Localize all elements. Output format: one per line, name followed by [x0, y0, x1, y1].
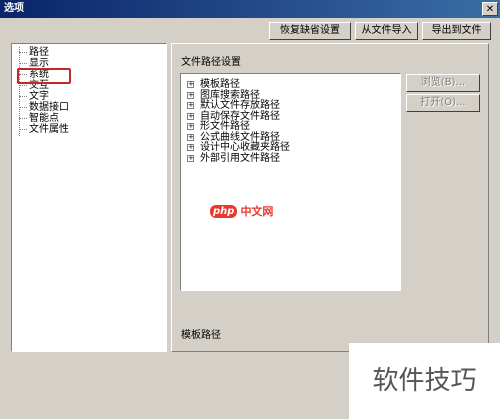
tree-connector: [19, 96, 27, 97]
tree-item-8[interactable]: 文件属性: [29, 124, 69, 135]
php-watermark: php 中文网: [210, 203, 273, 219]
tree-item-1[interactable]: 路径: [29, 47, 49, 58]
path-item-3[interactable]: 默认文件存放路径: [200, 100, 280, 111]
export-to-file-button[interactable]: 导出到文件: [422, 22, 491, 40]
path-item-4[interactable]: 自动保存文件路径: [200, 111, 280, 122]
category-tree[interactable]: 路径 显示 系统 交互 文字 数据接口 智能点 文件属性: [11, 43, 167, 352]
php-site-name: 中文网: [240, 205, 274, 218]
path-item-2[interactable]: 图库搜索路径: [200, 90, 260, 101]
path-item-8[interactable]: 外部引用文件路径: [200, 153, 280, 164]
restore-defaults-button[interactable]: 恢复缺省设置: [269, 22, 351, 40]
tree-item-7[interactable]: 智能点: [29, 113, 59, 124]
tree-connector: [19, 85, 27, 86]
tree-connector: [19, 63, 27, 64]
php-logo: php: [210, 204, 238, 218]
expand-icon[interactable]: +: [187, 112, 194, 120]
expand-icon[interactable]: +: [187, 123, 194, 130]
expand-icon[interactable]: +: [187, 144, 194, 151]
selected-path-description: 模板路径: [181, 330, 221, 341]
tree-connector: [19, 129, 27, 130]
browse-button[interactable]: 浏览(B)...: [406, 74, 480, 92]
tree-connector: [19, 118, 27, 119]
tree-connector: [19, 47, 20, 136]
path-tree[interactable]: + 模板路径 + 图库搜索路径 + 默认文件存放路径 + 自动保存文件路径 + 形文件路径 + 公式曲…: [180, 73, 401, 291]
path-item-1[interactable]: 模板路径: [200, 79, 240, 90]
path-item-6[interactable]: 公式曲线文件路径: [200, 132, 280, 143]
file-path-settings-label: 文件路径设置: [181, 57, 241, 68]
close-button[interactable]: ✕: [482, 2, 498, 16]
import-from-file-button[interactable]: 从文件导入: [355, 22, 418, 40]
expand-icon[interactable]: +: [187, 102, 194, 109]
path-item-7[interactable]: 设计中心收藏夹路径: [200, 142, 290, 153]
window-title: 选项: [4, 3, 24, 14]
expand-icon[interactable]: +: [187, 133, 194, 141]
close-icon: ✕: [485, 4, 495, 15]
expand-icon[interactable]: +: [187, 91, 194, 99]
tree-item-5[interactable]: 文字: [29, 91, 49, 102]
tree-connector: [19, 52, 27, 53]
highlight-annotation: [17, 68, 71, 84]
expand-icon[interactable]: +: [187, 81, 194, 88]
title-bar: 选项 ✕: [0, 0, 500, 18]
tree-item-6[interactable]: 数据接口: [29, 102, 69, 113]
path-item-5[interactable]: 形文件路径: [200, 121, 250, 132]
software-tips-watermark: 软件技巧: [349, 343, 500, 419]
tree-connector: [19, 107, 27, 108]
expand-icon[interactable]: +: [187, 154, 194, 162]
open-button[interactable]: 打开(O)...: [406, 94, 480, 112]
